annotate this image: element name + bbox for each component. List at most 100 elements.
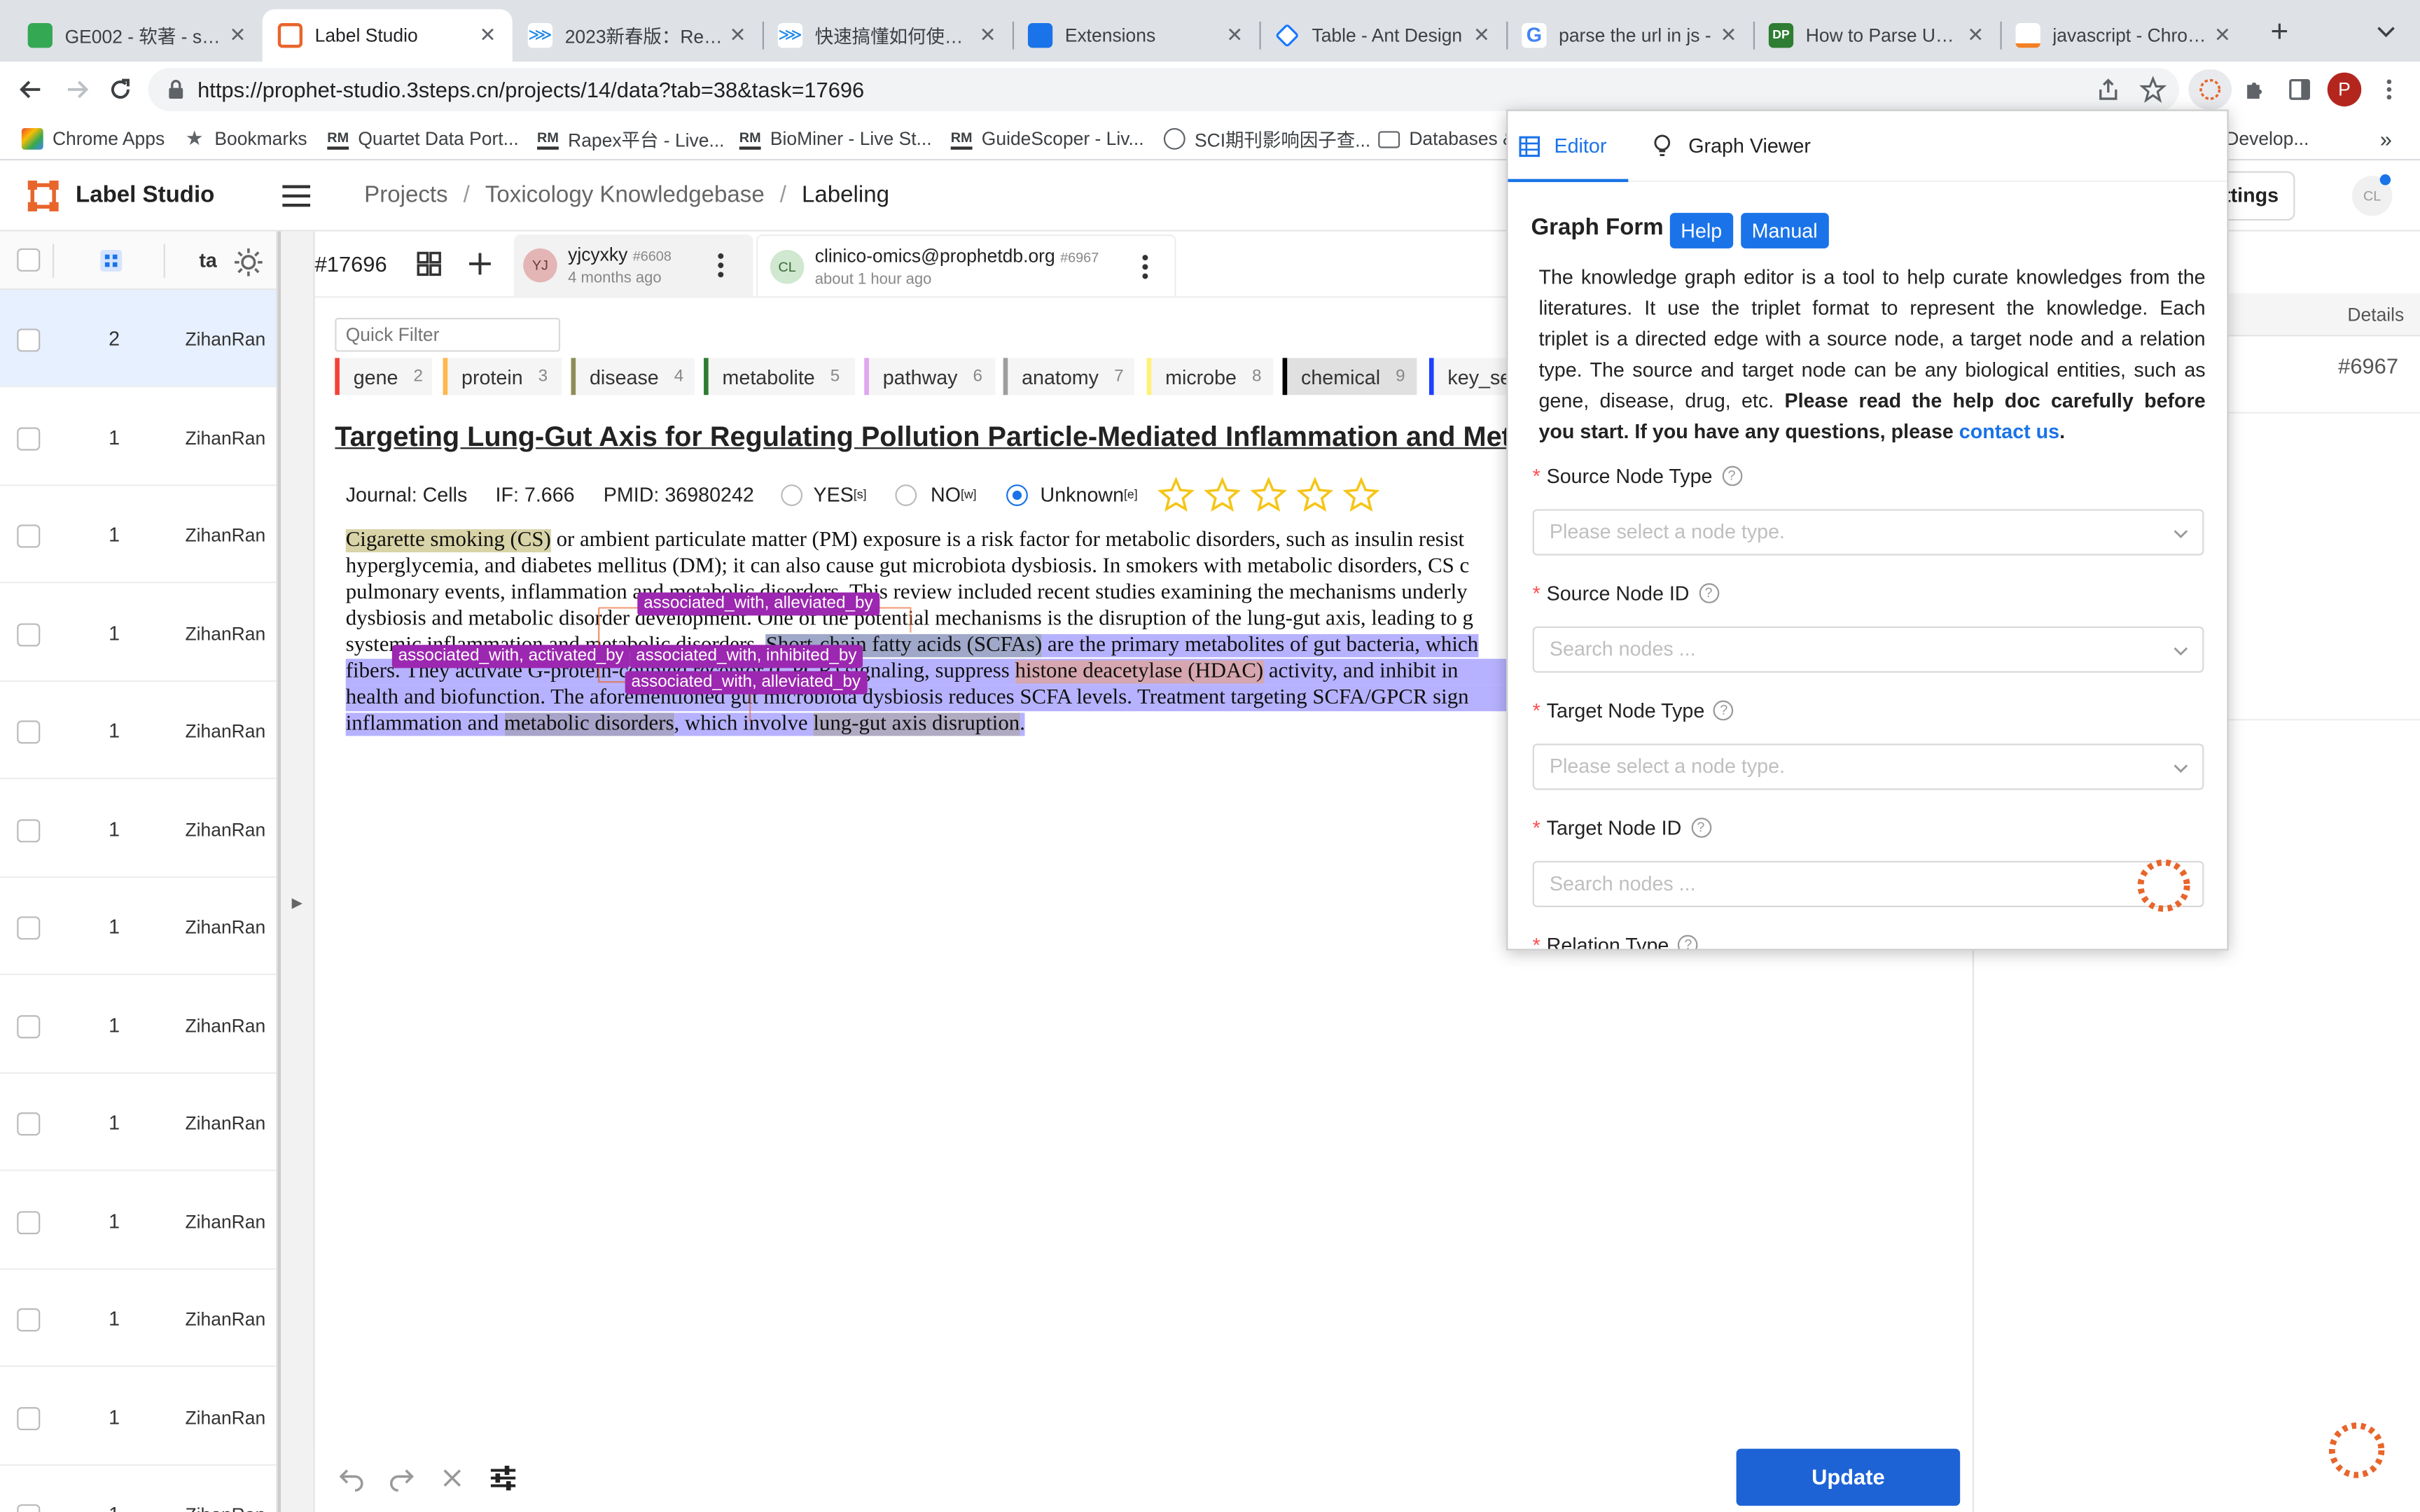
undo-icon[interactable] bbox=[338, 1464, 366, 1492]
entity-disease[interactable]: Cigarette smoking (CS) bbox=[345, 529, 551, 553]
add-annotation-icon[interactable] bbox=[468, 251, 492, 276]
browser-tab[interactable]: Extensions ✕ bbox=[1013, 9, 1260, 62]
radio-no[interactable] bbox=[895, 483, 917, 505]
more-options-icon[interactable] bbox=[711, 251, 730, 279]
browser-tab[interactable]: ⋙ 2023新春版：React ✕ bbox=[513, 9, 763, 62]
task-row[interactable]: 1 ZihanRan bbox=[0, 486, 277, 584]
task-row[interactable]: 1 ZihanRan bbox=[0, 1270, 277, 1367]
tab-search-chevron-icon[interactable] bbox=[2374, 18, 2398, 43]
task-row[interactable]: 1 ZihanRan bbox=[0, 584, 277, 682]
bookmark-item[interactable]: Chrome Apps bbox=[21, 127, 165, 151]
quick-filter-input[interactable] bbox=[335, 318, 561, 352]
breadcrumb-projects[interactable]: Projects bbox=[364, 182, 447, 208]
star-icon[interactable] bbox=[1204, 477, 1241, 514]
browser-tab[interactable]: javascript - Chrome ✕ bbox=[2000, 9, 2247, 62]
label-anatomy[interactable]: anatomy 7 bbox=[1003, 358, 1135, 396]
gear-icon[interactable] bbox=[231, 245, 266, 279]
browser-tab[interactable]: DP How to Parse URL in ✕ bbox=[1753, 9, 2001, 62]
task-row[interactable]: 1 ZihanRan bbox=[0, 1074, 277, 1171]
tab-close-icon[interactable]: ✕ bbox=[2210, 23, 2234, 48]
bookmark-item[interactable]: Develop... bbox=[2225, 127, 2309, 151]
row-checkbox[interactable] bbox=[17, 720, 41, 744]
bookmark-item[interactable]: ★ Bookmarks bbox=[183, 127, 307, 151]
entity-protein[interactable]: histone deacetylase (HDAC) bbox=[1015, 660, 1263, 684]
task-row[interactable]: 1 ZihanRan bbox=[0, 682, 277, 780]
question-circle-icon[interactable]: ? bbox=[1698, 583, 1719, 603]
row-checkbox[interactable] bbox=[17, 622, 41, 646]
more-options-icon[interactable] bbox=[1136, 253, 1154, 281]
target-node-type-select[interactable]: Please select a node type. bbox=[1532, 743, 2204, 790]
browser-tab[interactable]: G parse the url in js - ✕ bbox=[1506, 9, 1753, 62]
star-icon[interactable] bbox=[1342, 477, 1380, 514]
expand-arrow-icon[interactable]: ▶ bbox=[292, 895, 302, 911]
row-checkbox[interactable] bbox=[17, 818, 41, 842]
bookmark-item[interactable]: RM Rapex平台 - Live... bbox=[537, 127, 725, 151]
highlighted-span[interactable]: inflammation and bbox=[345, 713, 504, 736]
choice-unknown[interactable]: Unknown [e] bbox=[1006, 483, 1138, 506]
question-circle-icon[interactable]: ? bbox=[1713, 700, 1734, 721]
bookmark-item[interactable]: Databases & bbox=[1378, 127, 1515, 151]
relation-label[interactable]: associated_with, alleviated_by bbox=[637, 592, 879, 616]
prophet-assistant-icon[interactable] bbox=[2324, 1418, 2389, 1483]
row-checkbox[interactable] bbox=[17, 1504, 41, 1512]
tab-close-icon[interactable]: ✕ bbox=[475, 23, 500, 48]
tab-close-icon[interactable]: ✕ bbox=[725, 23, 750, 48]
label-microbe[interactable]: microbe 8 bbox=[1146, 358, 1274, 396]
profile-avatar[interactable]: P bbox=[2327, 72, 2362, 107]
task-row[interactable]: 1 ZihanRan bbox=[0, 1368, 277, 1465]
tab-graph-viewer[interactable]: Graph Viewer bbox=[1688, 134, 1811, 158]
annotation-tab-clinico-omics[interactable]: CL clinico-omics@prophetdb.org #6967 abo… bbox=[756, 234, 1176, 297]
tab-close-icon[interactable]: ✕ bbox=[1963, 23, 1988, 48]
select-all-checkbox[interactable] bbox=[17, 248, 41, 272]
share-icon[interactable] bbox=[2089, 71, 2127, 108]
help-button[interactable]: Help bbox=[1669, 213, 1733, 248]
row-checkbox[interactable] bbox=[17, 1014, 41, 1038]
tab-close-icon[interactable]: ✕ bbox=[1223, 23, 1247, 48]
extensions-puzzle-icon[interactable] bbox=[2237, 71, 2274, 108]
task-row[interactable]: 1 ZihanRan bbox=[0, 1466, 277, 1512]
lock-icon[interactable] bbox=[167, 78, 185, 100]
browser-tab[interactable]: ⋙ 快速搞懂如何使用Re ✕ bbox=[763, 9, 1013, 62]
hamburger-menu-icon[interactable] bbox=[281, 183, 312, 208]
contact-us-link[interactable]: contact us bbox=[1959, 420, 2059, 443]
tab-editor[interactable]: Editor bbox=[1555, 134, 1607, 158]
label-chemical[interactable]: chemical 9 bbox=[1282, 358, 1417, 396]
row-checkbox[interactable] bbox=[17, 1406, 41, 1430]
tab-close-icon[interactable]: ✕ bbox=[1716, 23, 1741, 48]
row-checkbox[interactable] bbox=[17, 328, 41, 352]
star-icon[interactable] bbox=[1250, 477, 1288, 514]
target-node-id-select[interactable]: Search nodes ... bbox=[1532, 860, 2204, 908]
question-circle-icon[interactable]: ? bbox=[1678, 934, 1699, 949]
relation-label[interactable]: associated_with, inhibited_by bbox=[630, 645, 863, 668]
relation-label[interactable]: associated_with, activated_by bbox=[391, 645, 630, 668]
settings-sliders-icon[interactable] bbox=[487, 1462, 518, 1493]
abstract-line[interactable]: health and biofunction. The aforemention… bbox=[345, 685, 1519, 712]
task-row[interactable]: 1 ZihanRan bbox=[0, 388, 277, 486]
task-row[interactable]: 1 ZihanRan bbox=[0, 1172, 277, 1269]
bookmarks-overflow-button[interactable]: » bbox=[2380, 127, 2392, 151]
task-row[interactable]: 1 ZihanRan bbox=[0, 878, 277, 975]
source-node-type-select[interactable]: Please select a node type. bbox=[1532, 509, 2204, 556]
highlighted-span[interactable]: are the primary metabolites of gut bacte… bbox=[1042, 634, 1479, 657]
row-checkbox[interactable] bbox=[17, 426, 41, 450]
choice-no[interactable]: NO [w] bbox=[895, 483, 977, 506]
manual-button[interactable]: Manual bbox=[1741, 213, 1829, 248]
source-node-id-select[interactable]: Search nodes ... bbox=[1532, 626, 2204, 673]
star-icon[interactable] bbox=[1157, 477, 1195, 514]
update-button[interactable]: Update bbox=[1736, 1448, 1961, 1506]
label-key-se[interactable]: key_se bbox=[1428, 358, 1510, 396]
bookmark-item[interactable]: RM BioMiner - Live St... bbox=[739, 127, 932, 151]
new-tab-button[interactable]: + bbox=[2262, 15, 2296, 49]
radio-yes[interactable] bbox=[781, 483, 803, 505]
row-checkbox[interactable] bbox=[17, 1210, 41, 1234]
reload-icon[interactable] bbox=[102, 71, 139, 108]
question-circle-icon[interactable]: ? bbox=[1721, 465, 1742, 486]
browser-tab[interactable]: GE002 - 软著 - sgRNA ✕ bbox=[13, 9, 263, 62]
choice-yes[interactable]: YES [s] bbox=[781, 483, 867, 506]
browser-tab-active[interactable]: Label Studio ✕ bbox=[262, 9, 513, 62]
annotation-count-icon[interactable] bbox=[99, 248, 123, 273]
annotation-tab-yjcyxky[interactable]: YJ yjcyxky #6608 4 months ago bbox=[513, 234, 753, 297]
extension-prophet-button[interactable] bbox=[2188, 69, 2232, 110]
side-panel-icon[interactable] bbox=[2281, 71, 2318, 108]
row-checkbox[interactable] bbox=[17, 916, 41, 940]
